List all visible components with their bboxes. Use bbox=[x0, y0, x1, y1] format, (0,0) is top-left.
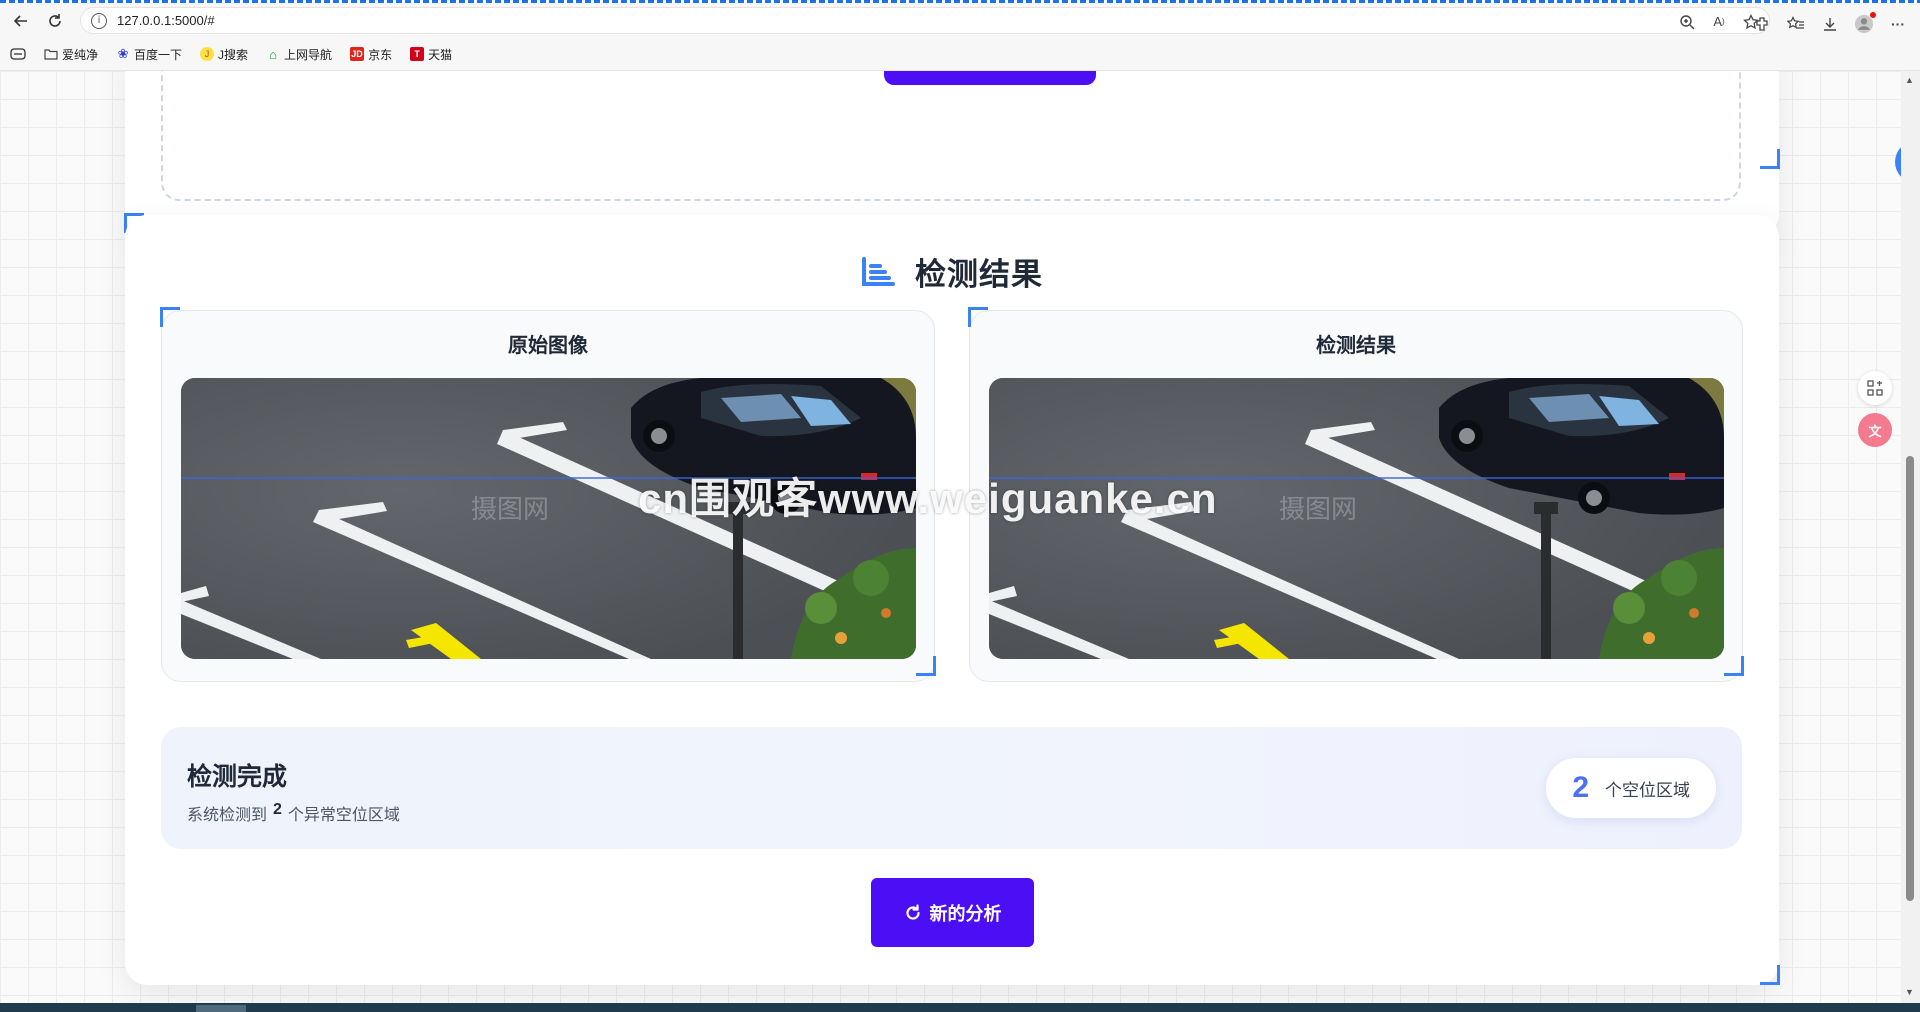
download-icon[interactable] bbox=[1820, 14, 1840, 34]
svg-text:摄图网: 摄图网 bbox=[1279, 494, 1357, 524]
summary-title: 检测完成 bbox=[187, 763, 288, 791]
folder-icon bbox=[44, 49, 58, 60]
nav-icon: ⌂ bbox=[269, 46, 277, 62]
corner-decoration bbox=[968, 307, 988, 327]
qr-code-icon bbox=[1867, 380, 1883, 396]
bookmark-label: 爱纯净 bbox=[62, 47, 99, 62]
menu-button[interactable]: ··· bbox=[1888, 14, 1908, 34]
page-scrollbar[interactable]: ▲ ▼ bbox=[1901, 71, 1920, 1003]
tmall-icon: T bbox=[410, 47, 425, 61]
new-analysis-button[interactable]: 新的分析 bbox=[871, 878, 1034, 947]
upload-dropzone[interactable] bbox=[161, 71, 1741, 201]
jsearch-icon: J bbox=[200, 47, 215, 61]
empty-slot-count: 2 bbox=[1572, 771, 1589, 804]
toolbar-right: ··· bbox=[1752, 6, 1920, 41]
profile-avatar-icon[interactable] bbox=[1854, 11, 1876, 34]
bookmark-label: 百度一下 bbox=[134, 47, 183, 62]
bookmark-item[interactable]: J J搜索 bbox=[200, 46, 248, 63]
url-text: 127.0.0.1:5000/# bbox=[117, 13, 215, 28]
translate-icon: 文 bbox=[1868, 423, 1882, 439]
arrow-left-icon bbox=[13, 14, 27, 27]
page-viewport: 检测结果 原始图像 摄图网 检测结果 摄图网 检测完成 系统检测到 2 个异常空… bbox=[0, 71, 1901, 1003]
original-image-panel: 原始图像 摄图网 bbox=[161, 310, 935, 682]
bookmark-item[interactable]: T 天猫 bbox=[410, 46, 452, 63]
reading-list-icon[interactable] bbox=[10, 44, 26, 64]
summary-desc-suffix: 个异常空位区域 bbox=[287, 807, 400, 824]
summary-description: 系统检测到 2 个异常空位区域 bbox=[187, 801, 400, 825]
new-analysis-label: 新的分析 bbox=[929, 903, 1002, 924]
jd-icon: JD bbox=[350, 47, 365, 61]
notification-dot bbox=[1870, 11, 1876, 18]
bookmark-label: 天猫 bbox=[428, 47, 453, 62]
site-info-icon[interactable]: i bbox=[91, 12, 107, 29]
bookmark-label: 上网导航 bbox=[284, 47, 333, 62]
extensions-icon[interactable] bbox=[1752, 14, 1772, 34]
zoom-icon[interactable] bbox=[1677, 12, 1697, 32]
bookmark-label: 京东 bbox=[368, 47, 393, 62]
results-header: 检测结果 bbox=[125, 249, 1779, 294]
original-image: 摄图网 bbox=[181, 378, 916, 659]
result-image: 摄图网 bbox=[989, 378, 1724, 659]
section-title: 检测结果 bbox=[915, 257, 1043, 292]
corner-decoration bbox=[1724, 656, 1744, 676]
favorites-list-icon[interactable] bbox=[1786, 14, 1806, 34]
corner-decoration bbox=[160, 307, 180, 327]
scroll-thumb[interactable] bbox=[1906, 456, 1914, 901]
baidu-paw-icon: ❀ bbox=[117, 46, 129, 61]
upload-button[interactable] bbox=[884, 71, 1096, 85]
address-bar-row: i 127.0.0.1:5000/# A) ··· bbox=[0, 3, 1920, 38]
reload-button[interactable] bbox=[38, 6, 72, 36]
panel-title: 原始图像 bbox=[508, 335, 588, 357]
chart-bars-icon bbox=[862, 256, 895, 286]
scroll-down-arrow-icon[interactable]: ▼ bbox=[1905, 987, 1914, 997]
scroll-up-arrow-icon[interactable]: ▲ bbox=[1905, 75, 1914, 85]
svg-text:摄图网: 摄图网 bbox=[471, 494, 549, 524]
back-button[interactable] bbox=[4, 6, 38, 36]
empty-slot-label: 个空位区域 bbox=[1605, 780, 1690, 800]
taskbar-edge bbox=[0, 1003, 1920, 1012]
url-field[interactable]: i 127.0.0.1:5000/# A) bbox=[80, 7, 1770, 34]
corner-decoration bbox=[1760, 965, 1780, 985]
corner-decoration bbox=[1760, 149, 1780, 169]
bookmark-item[interactable]: 爱纯净 bbox=[44, 46, 98, 63]
read-aloud-icon[interactable]: A) bbox=[1709, 12, 1729, 32]
bookmark-item[interactable]: ❀ 百度一下 bbox=[116, 46, 182, 63]
results-card: 检测结果 原始图像 摄图网 检测结果 摄图网 检测完成 系统检测到 2 个异常空… bbox=[125, 215, 1779, 985]
bookmark-item[interactable]: ⌂ 上网导航 bbox=[266, 46, 332, 63]
qr-code-button[interactable] bbox=[1858, 371, 1892, 405]
summary-count: 2 bbox=[273, 801, 282, 818]
bookmark-label: J搜索 bbox=[218, 47, 249, 62]
summary-desc-prefix: 系统检测到 bbox=[187, 807, 268, 824]
corner-decoration bbox=[916, 656, 936, 676]
translate-button[interactable]: 文 bbox=[1858, 413, 1892, 447]
bookmark-item[interactable]: JD 京东 bbox=[350, 46, 392, 63]
result-image-panel: 检测结果 摄图网 bbox=[969, 310, 1743, 682]
empty-slot-count-badge: 2 个空位区域 bbox=[1546, 758, 1716, 818]
reload-icon bbox=[49, 13, 61, 27]
refresh-icon bbox=[905, 903, 920, 920]
panel-title: 检测结果 bbox=[1316, 335, 1396, 357]
detection-summary: 检测完成 系统检测到 2 个异常空位区域 2 个空位区域 bbox=[161, 727, 1742, 849]
bookmarks-bar: 爱纯净 ❀ 百度一下 J J搜索 ⌂ 上网导航 JD 京东 T 天猫 bbox=[0, 38, 1920, 71]
upload-card bbox=[125, 71, 1779, 236]
